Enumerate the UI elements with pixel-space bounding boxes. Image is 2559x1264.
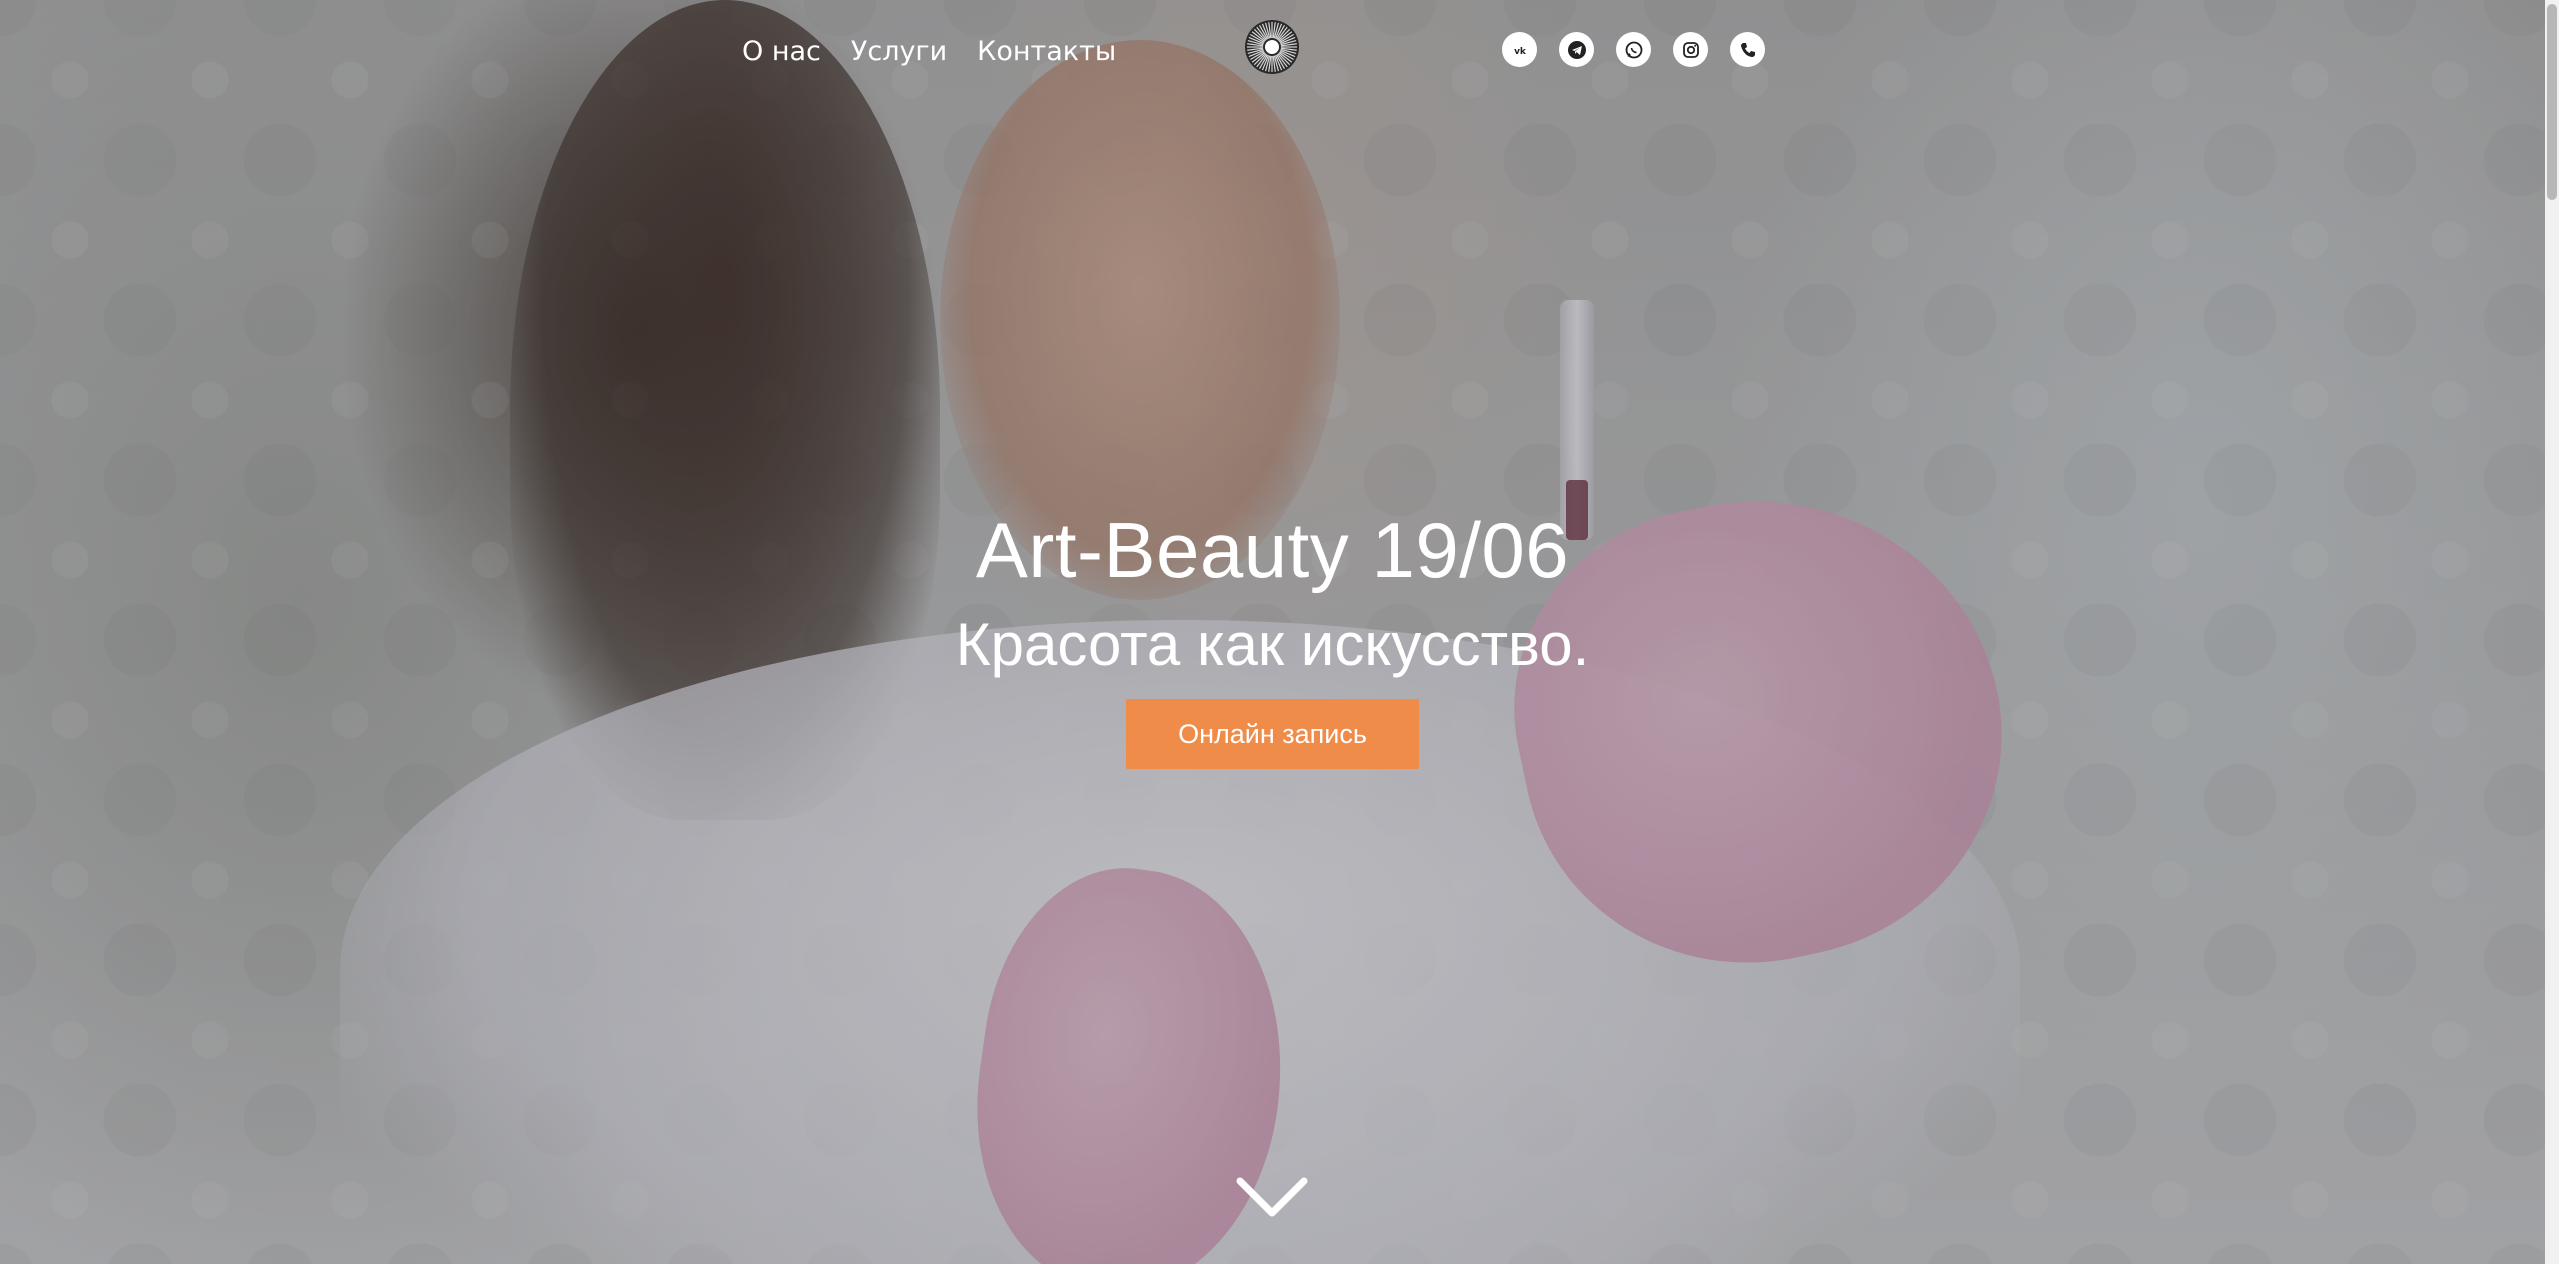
vk-icon[interactable]: vk xyxy=(1502,32,1537,67)
nav-links: О нас Услуги Контакты xyxy=(742,36,1116,67)
page-scrollbar[interactable] xyxy=(2545,0,2559,1264)
online-booking-button[interactable]: Онлайн запись xyxy=(1126,699,1419,769)
hero-title: Art-Beauty 19/06 xyxy=(975,506,1570,594)
telegram-icon[interactable] xyxy=(1559,32,1594,67)
hero-subtitle: Красота как искусство. xyxy=(955,611,1590,678)
nav-link-about[interactable]: О нас xyxy=(742,36,821,67)
scrollbar-thumb[interactable] xyxy=(2547,4,2557,200)
top-navigation: О нас Услуги Контакты vk xyxy=(0,0,2559,100)
svg-text:vk: vk xyxy=(1514,47,1527,57)
nav-link-services[interactable]: Услуги xyxy=(851,36,947,67)
phone-icon[interactable] xyxy=(1730,32,1765,67)
whatsapp-icon[interactable] xyxy=(1616,32,1651,67)
sunburst-logo-icon[interactable] xyxy=(1243,18,1301,76)
chevron-down-icon[interactable] xyxy=(1236,1175,1308,1221)
social-links: vk xyxy=(1502,32,1765,67)
instagram-icon[interactable] xyxy=(1673,32,1708,67)
nav-link-contacts[interactable]: Контакты xyxy=(977,36,1116,67)
page: О нас Услуги Контакты vk Art-Beauty 19/0… xyxy=(0,0,2559,1264)
